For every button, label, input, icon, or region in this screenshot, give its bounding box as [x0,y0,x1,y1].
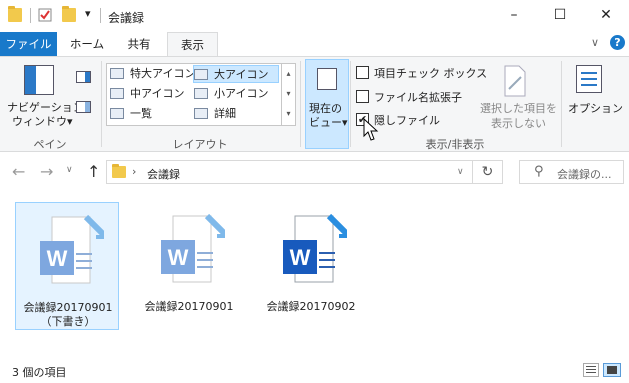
refresh-button[interactable]: ↻ [473,160,503,184]
divider [561,61,562,147]
tab-view[interactable]: 表示 [167,32,218,57]
divider [30,8,31,23]
folder-icon [8,6,22,22]
hide-selected-icon [504,65,526,97]
tab-home[interactable]: ホーム [62,32,112,56]
details-pane-icon[interactable] [76,101,91,113]
divider [100,8,101,23]
show-hide-group-label: 表示/非表示 [425,138,485,151]
details-icon [194,108,208,119]
word-document-icon: W [40,215,104,284]
ribbon-tabs: ファイル ホーム 共有 表示 ∨ ? [0,32,629,57]
back-icon[interactable]: ← [12,162,25,181]
file-name: 会議録20170901 [144,300,234,313]
file-item[interactable]: W 会議録20170901 （下書き） [15,202,119,330]
file-extensions-label: ファイル名拡張子 [374,91,462,104]
word-document-icon: W [161,214,225,283]
breadcrumb[interactable]: 会議録 [147,166,180,182]
current-view-button[interactable]: 現在の ビュー▾ [305,59,349,149]
large-icons-icon [194,69,208,80]
properties-icon[interactable] [38,8,52,22]
file-name: 会議録20170902 [266,300,356,313]
word-letter: W [290,245,311,270]
details-view-icon[interactable] [583,363,599,377]
file-extensions-checkbox[interactable] [356,90,369,103]
refresh-icon: ↻ [481,164,494,180]
layout-medium-icons[interactable]: 中アイコン [110,85,184,103]
new-folder-icon[interactable] [62,6,76,22]
file-name: 会議録20170901 （下書き） [23,301,113,328]
hide-selected-label-2: 表示しない [491,117,546,130]
divider [350,61,351,147]
recent-locations-icon[interactable]: ∨ [66,165,73,175]
file-item[interactable]: W 会議録20170901 [137,202,241,330]
navigation-pane-icon[interactable] [24,65,54,95]
item-checkboxes-checkbox[interactable] [356,66,369,79]
ribbon-collapse-icon[interactable]: ∨ [591,36,599,49]
address-bar[interactable]: › 会議録 ∨ [106,160,473,184]
hidden-items-label: 隠しファイル [374,114,440,127]
current-view-icon [317,68,337,90]
item-checkboxes-label: 項目チェック ボックス [374,67,488,80]
status-bar: 3 個の項目 [0,358,629,383]
options-button[interactable]: オプション [568,100,623,116]
extra-large-icons-icon [110,68,124,79]
layout-list[interactable]: 一覧 [110,105,152,123]
up-icon[interactable]: ↑ [87,162,100,181]
maximize-button[interactable]: ☐ [537,0,583,30]
word-letter: W [47,246,68,271]
large-icons-view-icon[interactable] [603,363,621,377]
medium-icons-icon [110,88,124,99]
word-letter: W [168,245,189,270]
help-icon[interactable]: ? [610,35,625,50]
file-item[interactable]: W 会議録20170902 [259,202,363,330]
layout-large-icons[interactable]: 大アイコン [193,65,279,83]
search-placeholder: 会議録の... [557,168,612,181]
hide-selected-label: 選択した項目を [480,102,557,115]
layout-small-icons[interactable]: 小アイコン [194,85,268,103]
item-count: 3 個の項目 [12,366,67,379]
forward-icon[interactable]: → [40,162,53,181]
layout-group-label: レイアウト [172,138,228,151]
search-icon: ⚲ [534,164,544,179]
window-title: 会議録 [108,11,145,25]
layout-details[interactable]: 詳細 [194,105,236,123]
ribbon: ナビゲーション ウィンドウ▾ ペイン 特大アイコン 大アイコン 中アイコン 小ア… [0,56,629,152]
title-bar: ▾ 会議録 – ☐ ✕ [0,0,629,32]
word-document-icon: W [283,214,347,283]
navigation-pane-dropdown[interactable]: ウィンドウ▾ [12,113,73,129]
divider [300,61,301,147]
list-icon [110,108,124,119]
tab-file[interactable]: ファイル [0,32,57,56]
layout-scroll[interactable]: ▴ ▾ ▾ [282,63,296,126]
search-input[interactable]: ⚲ 会議録の... [519,160,624,184]
layout-extra-large-icons[interactable]: 特大アイコン [110,65,195,83]
chevron-right-icon[interactable]: › [132,165,136,178]
tab-share[interactable]: 共有 [115,32,163,56]
quick-access-dropdown-icon[interactable]: ▾ [85,7,91,20]
minimize-button[interactable]: – [491,0,537,30]
layout-gallery: 特大アイコン 大アイコン 中アイコン 小アイコン 一覧 詳細 [106,63,282,126]
address-row: ← → ∨ ↑ › 会議録 ∨ ↻ ⚲ 会議録の... [0,152,629,196]
preview-pane-icon[interactable] [76,71,91,83]
options-icon[interactable] [576,65,602,93]
close-button[interactable]: ✕ [583,0,629,30]
small-icons-icon [194,88,208,99]
pane-group-label: ペイン [33,138,67,151]
address-dropdown-icon[interactable]: ∨ [457,167,464,177]
folder-icon [112,164,126,178]
divider [101,61,102,147]
